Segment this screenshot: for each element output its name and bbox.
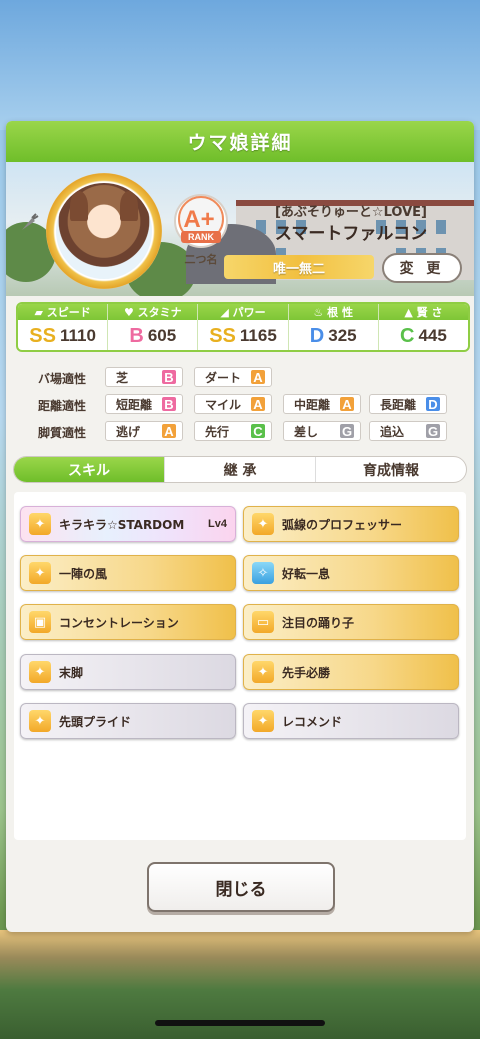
epithet-bar: 唯一無二	[224, 255, 374, 279]
skill-icon: ▣	[29, 611, 51, 633]
skill-icon: ✦	[29, 710, 51, 732]
skill-icon: ✦	[29, 562, 51, 584]
skill-item[interactable]: ✦ レコメンド	[243, 703, 459, 739]
aptitude-medium: 中距離 A	[283, 394, 361, 414]
stat-guts-label: ♨ 根 性	[288, 304, 378, 320]
skill-icon: ▭	[252, 611, 274, 633]
skill-item[interactable]: ✦ 末脚	[20, 654, 236, 690]
close-button[interactable]: 閉じる	[147, 862, 335, 912]
aptitude-turf: 芝B	[105, 367, 183, 387]
aptitude-leader: 先行 C	[194, 421, 272, 441]
style-aptitude-label: 脚質適性	[38, 425, 87, 440]
stat-speed: ▰ スピード SS 1110	[18, 304, 109, 350]
track-aptitude-row: バ場適性	[38, 367, 108, 389]
skill-level: Lv4	[208, 518, 227, 530]
stat-stamina-value: 605	[147, 326, 177, 345]
graduation-cap-icon: ▲	[404, 305, 417, 319]
stat-power-grade: SS	[209, 324, 236, 347]
skill-icon: ✦	[29, 513, 51, 535]
panel-title: ウマ娘詳細	[6, 121, 474, 162]
tab-skills[interactable]: スキル	[14, 457, 165, 482]
rank-label: RANK	[188, 232, 214, 242]
stat-wisdom-grade: C	[400, 324, 415, 347]
shoe-icon: ▰	[34, 305, 47, 319]
rank-grade: A+	[183, 206, 214, 233]
stat-stamina: ♥ スタミナ B 605	[108, 304, 199, 350]
stat-guts: ♨ 根 性 D 325	[288, 304, 379, 350]
stat-wisdom-value: 445	[418, 326, 447, 345]
tab-training-info[interactable]: 育成情報	[316, 457, 466, 482]
distance-aptitude-label: 距離適性	[38, 398, 87, 413]
sky-background	[0, 0, 480, 130]
skill-item[interactable]: ✦ 一陣の風	[20, 555, 236, 591]
skill-item[interactable]: ✦ 弧線のプロフェッサー	[243, 506, 459, 542]
aptitude-short: 短距離 B	[105, 394, 183, 414]
skill-item[interactable]: ▭ 注目の踊り子	[243, 604, 459, 640]
stat-power-label: ◢ パワー	[198, 304, 288, 320]
aptitude-chaser: 追込 G	[369, 421, 447, 441]
carrot-icon	[22, 213, 39, 230]
stat-stamina-grade: B	[129, 324, 144, 347]
skill-icon: ✦	[29, 661, 51, 683]
skill-item[interactable]: ✦ 先頭プライド	[20, 703, 236, 739]
character-title: [あぶそりゅーと☆LOVE]	[274, 205, 427, 220]
aptitude-betweener: 差し G	[283, 421, 361, 441]
stats-table: ▰ スピード SS 1110 ♥ スタミナ B 605 ◢ パワー SS 1165 ♨…	[16, 302, 470, 352]
rank-badge: A+ RANK	[174, 194, 228, 248]
style-aptitude-row: 脚質適性	[38, 421, 108, 443]
stat-speed-value: 1110	[59, 326, 96, 345]
home-indicator[interactable]	[155, 1020, 325, 1026]
aptitude-runner: 逃げ A	[105, 421, 183, 441]
change-epithet-button[interactable]: 変 更	[382, 253, 462, 283]
detail-tabs: スキル 継 承 育成情報	[13, 456, 467, 483]
rank-subtitle: 二つ名	[184, 253, 218, 266]
skill-icon: ✦	[252, 661, 274, 683]
heart-icon: ♥	[123, 305, 138, 319]
skill-icon: ✦	[252, 710, 274, 732]
muscle-icon: ◢	[220, 305, 233, 319]
aptitude-mile: マイル A	[194, 394, 272, 414]
skill-icon: ✦	[252, 513, 274, 535]
stat-wisdom: ▲ 賢 さ C 445	[378, 304, 468, 350]
track-aptitude-label: バ場適性	[38, 371, 87, 386]
flame-icon: ♨	[313, 305, 328, 319]
skill-item[interactable]: ✦ 先手必勝	[243, 654, 459, 690]
stat-stamina-label: ♥ スタミナ	[108, 304, 198, 320]
sparkle-icon: ✧	[252, 562, 274, 584]
tab-inheritance[interactable]: 継 承	[165, 457, 316, 482]
stat-power-value: 1165	[239, 326, 277, 345]
skill-list: ✦ キラキラ☆STARDOM Lv4 ✦ 弧線のプロフェッサー ✦ 一陣の風 ✧…	[14, 492, 466, 840]
avatar	[56, 183, 152, 279]
stat-guts-grade: D	[309, 324, 325, 347]
stat-speed-label: ▰ スピード	[18, 304, 108, 320]
skill-item[interactable]: ✦ キラキラ☆STARDOM Lv4	[20, 506, 236, 542]
stat-wisdom-label: ▲ 賢 さ	[378, 304, 468, 320]
aptitude-dirt: ダート A	[194, 367, 272, 387]
skill-item[interactable]: ✧ 好転一息	[243, 555, 459, 591]
character-name: スマートファルコン	[274, 224, 428, 244]
stat-speed-grade: SS	[29, 324, 56, 347]
aptitude-long: 長距離 D	[369, 394, 447, 414]
stat-power: ◢ パワー SS 1165	[198, 304, 289, 350]
distance-aptitude-row: 距離適性	[38, 394, 108, 416]
horse-girl-detail-panel: ウマ娘詳細 A+ RANK 二つ名 [あぶそりゅーと☆LOVE] スマートファル…	[6, 121, 474, 932]
skill-item[interactable]: ▣ コンセントレーション	[20, 604, 236, 640]
stat-guts-value: 325	[328, 326, 357, 345]
